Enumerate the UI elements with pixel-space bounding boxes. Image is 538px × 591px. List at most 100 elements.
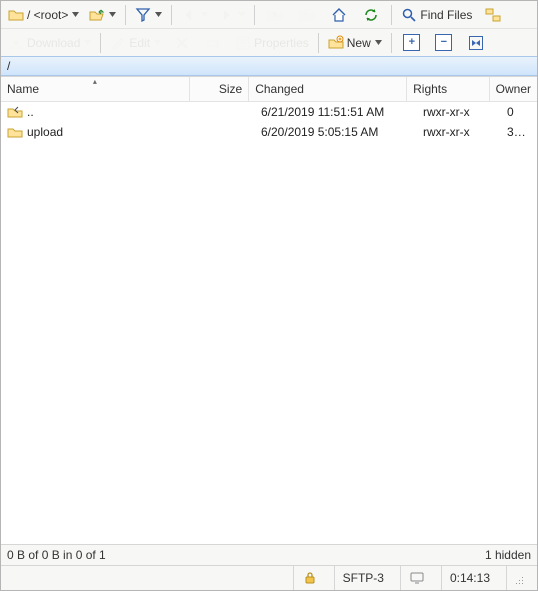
find-files-button[interactable]: Find Files: [398, 4, 475, 26]
filter-button[interactable]: [132, 4, 165, 26]
status-right: 1 hidden: [485, 548, 531, 562]
properties-label: Properties: [254, 36, 309, 50]
open-folder-button[interactable]: [86, 4, 119, 26]
back-button[interactable]: [178, 4, 211, 26]
chevron-down-icon: [155, 11, 162, 18]
invert-selection-button[interactable]: [462, 32, 490, 54]
row-owner: 0: [501, 105, 537, 119]
col-name[interactable]: Name ▴: [1, 77, 190, 101]
footer-spacer: [7, 566, 285, 590]
col-size[interactable]: Size: [190, 77, 249, 101]
protocol-cell[interactable]: SFTP-3: [334, 566, 392, 590]
properties-icon: [235, 35, 251, 51]
forward-button[interactable]: [215, 4, 248, 26]
rename-button[interactable]: [200, 32, 228, 54]
footer-bar: SFTP-3 0:14:13: [1, 565, 537, 590]
folder-new-icon: [328, 35, 344, 51]
unselect-all-button[interactable]: −: [430, 32, 458, 54]
download-icon: [8, 35, 24, 51]
separator: [171, 5, 172, 25]
path-bar[interactable]: /: [1, 56, 537, 76]
filter-icon: [135, 7, 151, 23]
col-changed[interactable]: Changed: [249, 77, 407, 101]
table-row[interactable]: .. 6/21/2019 11:51:51 AM rwxr-xr-x 0: [1, 102, 537, 122]
separator: [125, 5, 126, 25]
col-changed-label: Changed: [255, 82, 304, 96]
separator: [318, 33, 319, 53]
protocol-label: SFTP-3: [343, 571, 384, 585]
file-rows: .. 6/21/2019 11:51:51 AM rwxr-xr-x 0 upl…: [1, 102, 537, 544]
new-label: New: [347, 36, 371, 50]
chevron-down-icon: [375, 39, 382, 46]
elapsed-label: 0:14:13: [450, 571, 490, 585]
status-bar: 0 B of 0 B in 0 of 1 1 hidden: [1, 544, 537, 565]
status-left: 0 B of 0 B in 0 of 1: [7, 548, 106, 562]
col-owner[interactable]: Owner: [490, 77, 537, 101]
grip-icon: [509, 570, 525, 586]
path-label: / <root>: [27, 8, 68, 22]
col-rights[interactable]: Rights: [407, 77, 490, 101]
find-files-label: Find Files: [420, 8, 472, 22]
separator: [254, 5, 255, 25]
chevron-down-icon: [154, 39, 161, 46]
edit-icon: [110, 35, 126, 51]
folder-root-icon: [299, 7, 315, 23]
resize-grip[interactable]: [506, 566, 527, 590]
table-row[interactable]: upload 6/20/2019 5:05:15 AM rwxr-xr-x 37…: [1, 122, 537, 142]
col-owner-label: Owner: [496, 82, 531, 96]
properties-button[interactable]: Properties: [232, 32, 312, 54]
col-size-label: Size: [219, 82, 242, 96]
col-name-label: Name: [7, 82, 39, 96]
minus-box-icon: −: [435, 34, 452, 51]
row-name: ..: [27, 105, 34, 119]
file-pane: Name ▴ Size Changed Rights Owner .. 6/21…: [1, 76, 537, 544]
current-folder-picker[interactable]: / <root>: [5, 4, 82, 26]
toolbar-actions: Download Edit Properties: [1, 28, 537, 56]
separator: [391, 5, 392, 25]
folder-open-icon: [89, 7, 105, 23]
plus-box-icon: +: [403, 34, 420, 51]
download-label: Download: [27, 36, 80, 50]
refresh-button[interactable]: [357, 4, 385, 26]
col-rights-label: Rights: [413, 82, 447, 96]
column-headers: Name ▴ Size Changed Rights Owner: [1, 77, 537, 102]
row-rights: rwxr-xr-x: [417, 125, 501, 139]
monitor-icon: [409, 570, 425, 586]
sort-asc-icon: ▴: [93, 77, 97, 86]
sync-icon: [485, 7, 501, 23]
arrow-right-icon: [218, 7, 234, 23]
search-icon: [401, 7, 417, 23]
chevron-down-icon: [238, 11, 245, 18]
edit-button[interactable]: Edit: [107, 32, 164, 54]
folder-icon: [8, 7, 24, 23]
rename-icon: [206, 35, 222, 51]
row-owner: 3789: [501, 125, 537, 139]
new-button[interactable]: New: [325, 32, 385, 54]
current-path: /: [7, 59, 10, 73]
separator: [100, 33, 101, 53]
security-cell[interactable]: [293, 566, 326, 590]
arrow-left-icon: [181, 7, 197, 23]
sync-folders-button[interactable]: [479, 4, 507, 26]
chevron-down-icon: [72, 11, 79, 18]
delete-button[interactable]: [168, 32, 196, 54]
separator: [391, 33, 392, 53]
home-icon: [331, 7, 347, 23]
row-rights: rwxr-xr-x: [417, 105, 501, 119]
row-changed: 6/20/2019 5:05:15 AM: [255, 125, 417, 139]
parent-dir-button[interactable]: [261, 4, 289, 26]
ftp-window: / <root>: [0, 0, 538, 591]
toolbar-navigation: / <root>: [1, 1, 537, 28]
delete-icon: [174, 35, 190, 51]
home-button[interactable]: [325, 4, 353, 26]
elapsed-cell[interactable]: 0:14:13: [441, 566, 498, 590]
chevron-down-icon: [109, 11, 116, 18]
session-cell[interactable]: [400, 566, 433, 590]
refresh-icon: [363, 7, 379, 23]
chevron-down-icon: [201, 11, 208, 18]
root-dir-button[interactable]: [293, 4, 321, 26]
select-all-button[interactable]: +: [398, 32, 426, 54]
download-button[interactable]: Download: [5, 32, 94, 54]
invert-box-icon: [468, 35, 484, 51]
row-changed: 6/21/2019 11:51:51 AM: [255, 105, 417, 119]
